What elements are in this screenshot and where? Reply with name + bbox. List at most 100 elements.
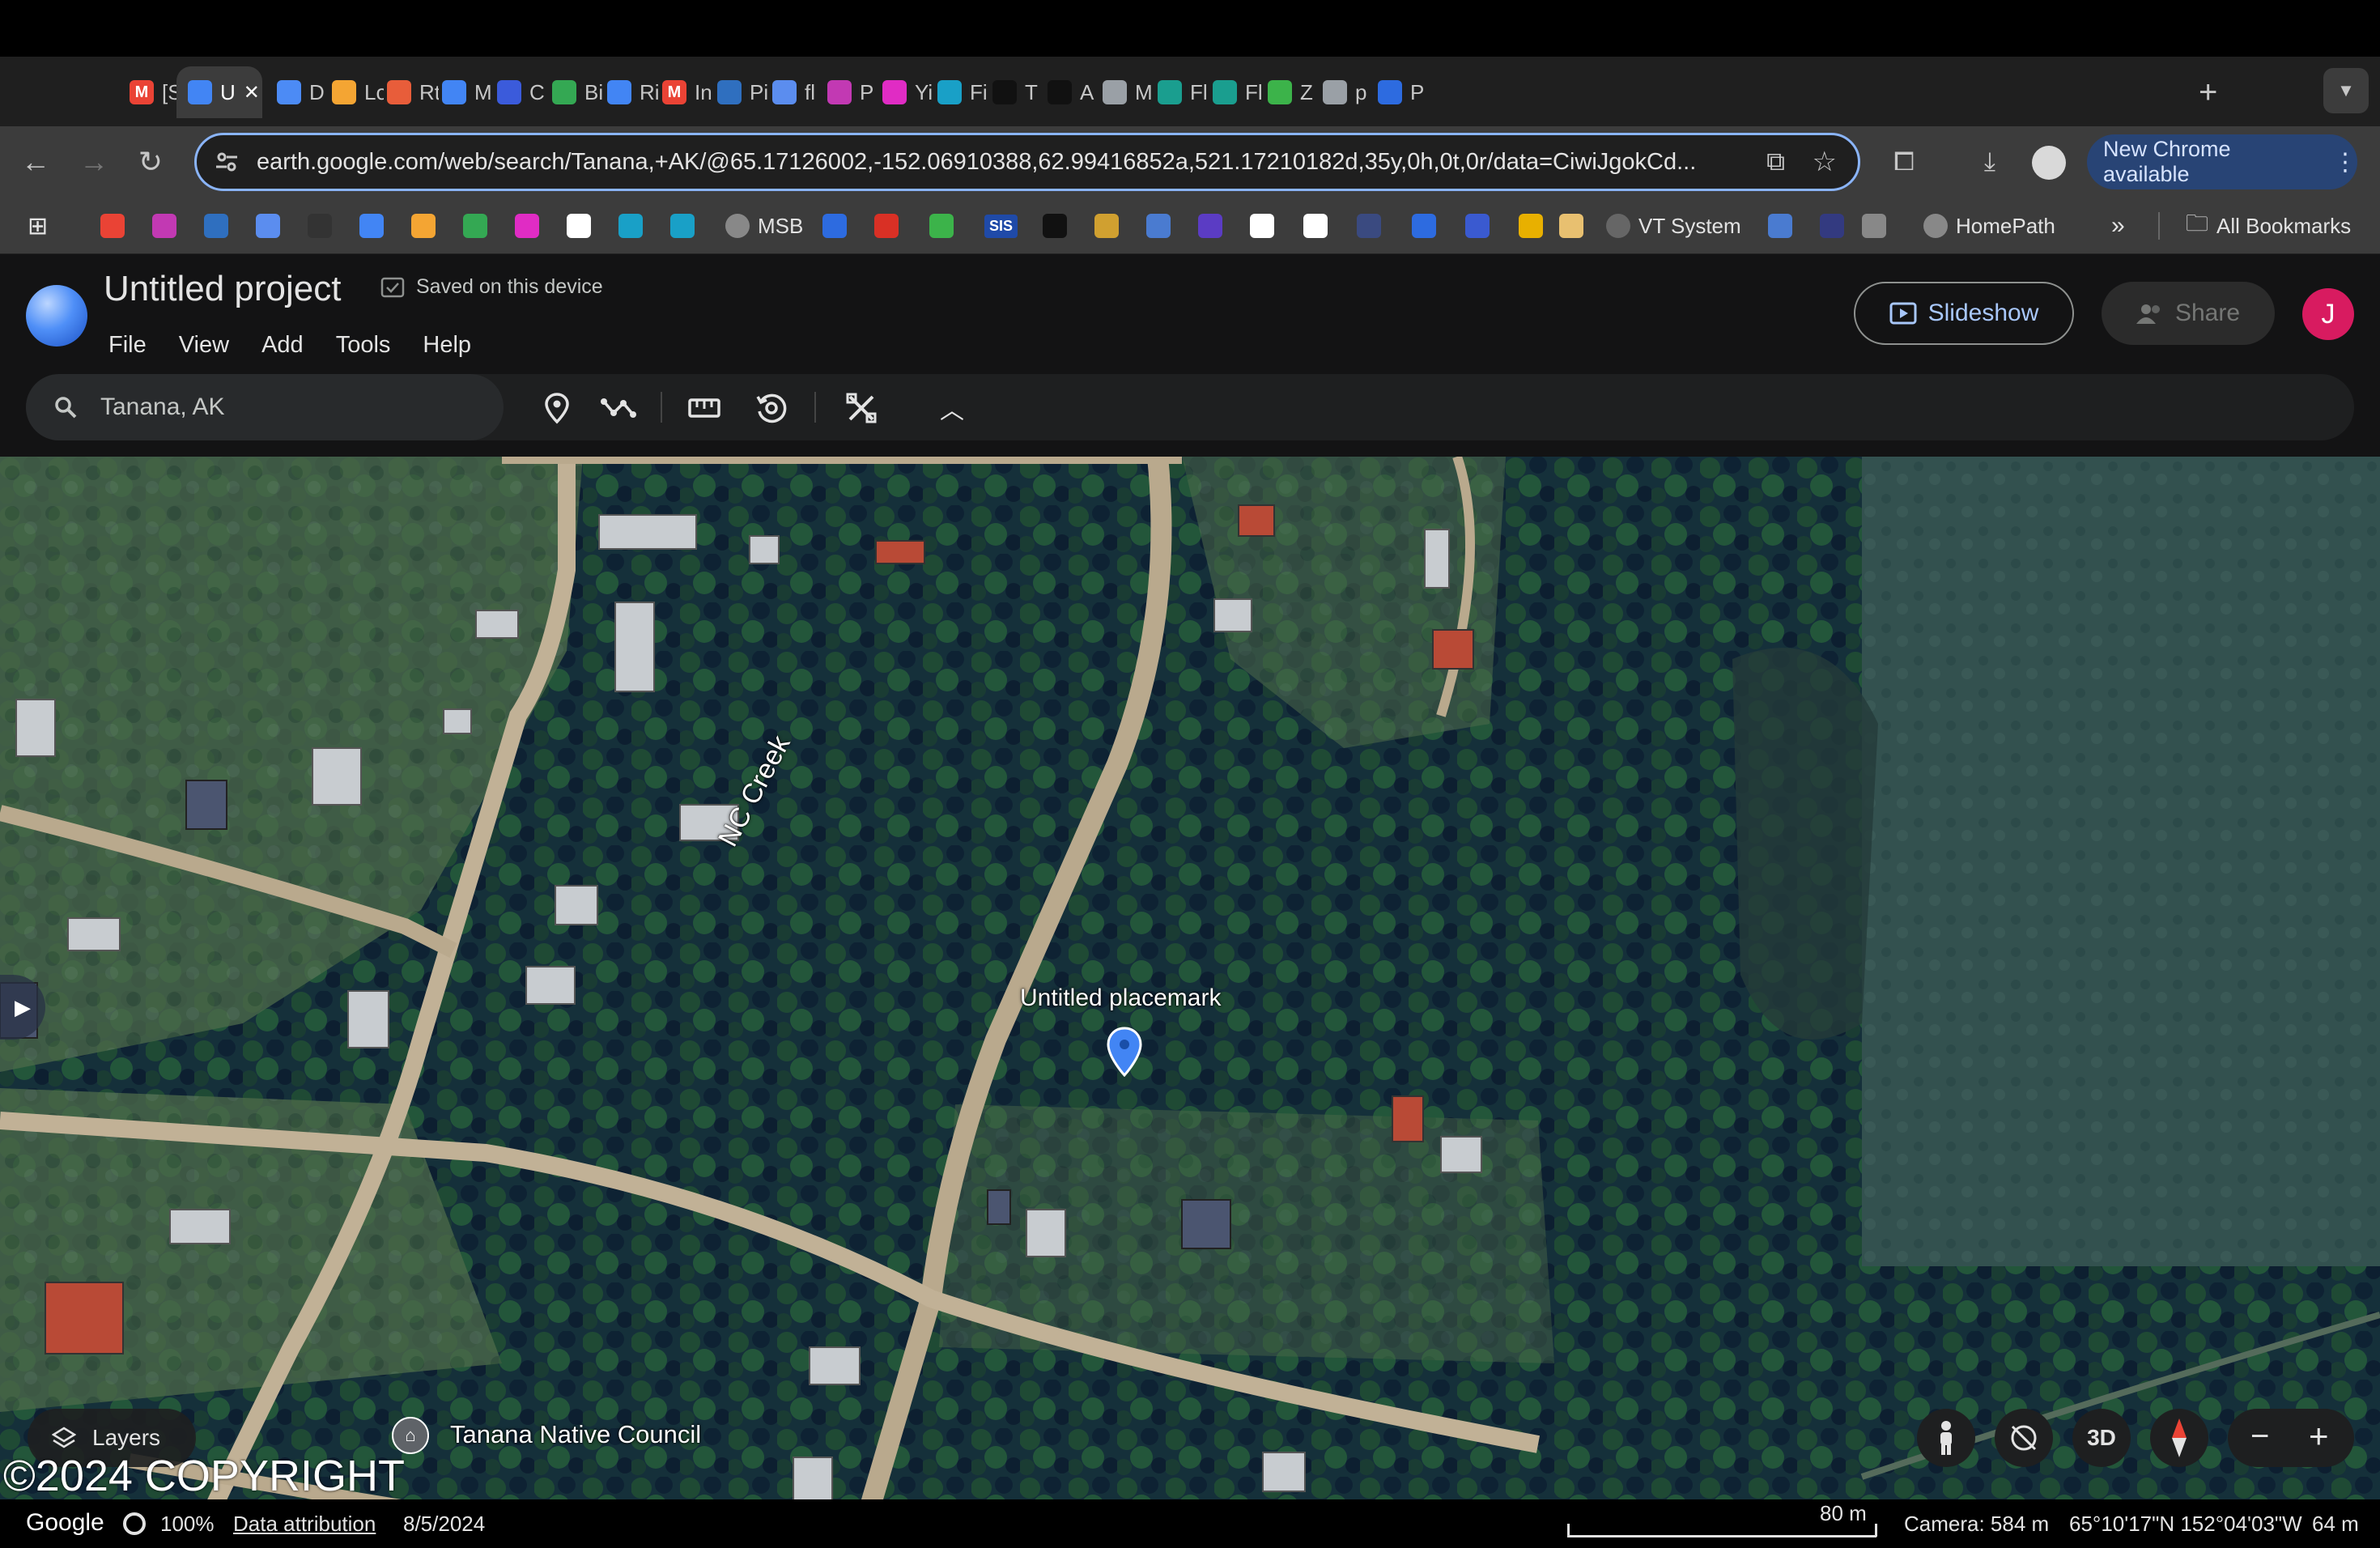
bookmark-vt-system[interactable]: VT System xyxy=(1606,211,1741,241)
bookmark-favicon-icon[interactable] xyxy=(256,214,280,238)
bookmark-favicon-icon[interactable] xyxy=(1094,214,1119,238)
satellite-map-view[interactable]: NC Creek Untitled placemark ▶ ⌂ Tanana N… xyxy=(0,457,2380,1548)
google-earth-logo[interactable] xyxy=(26,285,87,347)
placemark-pin-icon[interactable] xyxy=(1106,1027,1143,1081)
tab[interactable]: Ri xyxy=(607,66,659,118)
street-view-pegman-icon[interactable] xyxy=(1917,1409,1975,1467)
bookmark-favicon-icon[interactable] xyxy=(1768,214,1792,238)
tab[interactable]: A xyxy=(1048,66,1099,118)
tools-crossed-icon[interactable] xyxy=(840,387,882,429)
bookmark-favicon-icon[interactable] xyxy=(1519,214,1543,238)
bookmark-favicon-icon[interactable] xyxy=(1357,214,1381,238)
apps-grid-icon[interactable]: ⊞ xyxy=(28,211,48,241)
bookmark-favicon-icon[interactable] xyxy=(308,214,332,238)
tab[interactable]: Z xyxy=(1268,66,1320,118)
tab[interactable]: Fi xyxy=(937,66,989,118)
tab[interactable]: D xyxy=(277,66,329,118)
bookmark-favicon-icon[interactable] xyxy=(1146,214,1171,238)
tab[interactable]: M xyxy=(1103,66,1154,118)
menu-file[interactable]: File xyxy=(108,332,147,359)
extensions-puzzle-icon[interactable]: ⧠ xyxy=(1883,141,1925,183)
tab[interactable]: Pi xyxy=(717,66,769,118)
tab[interactable]: fl xyxy=(772,66,824,118)
compass-icon[interactable] xyxy=(2150,1409,2208,1467)
collapse-chevron-up-icon[interactable]: ︿ xyxy=(931,387,973,429)
bookmark-sis[interactable]: SIS xyxy=(984,211,1018,241)
tab[interactable]: Lo xyxy=(332,66,384,118)
bookmark-favicon-icon[interactable] xyxy=(1198,214,1222,238)
bookmark-favicon-icon[interactable] xyxy=(359,214,384,238)
bookmark-favicon-icon[interactable] xyxy=(204,214,228,238)
bookmark-favicon-icon[interactable] xyxy=(100,214,125,238)
bookmark-favicon-icon[interactable] xyxy=(1820,214,1844,238)
share-button[interactable]: Share xyxy=(2102,282,2275,345)
tab[interactable]: Fl xyxy=(1158,66,1209,118)
tab[interactable]: C xyxy=(497,66,549,118)
slideshow-button[interactable]: Slideshow xyxy=(1854,282,2074,345)
more-bookmarks-chevron-icon[interactable]: » xyxy=(2111,211,2125,241)
tab[interactable]: P xyxy=(827,66,879,118)
forward-arrow-icon[interactable]: → xyxy=(73,141,115,183)
bookmark-homepath[interactable]: HomePath xyxy=(1923,211,2055,241)
bookmark-favicon-icon[interactable] xyxy=(567,214,591,238)
bookmark-favicon-icon[interactable] xyxy=(1043,214,1067,238)
profile-avatar[interactable] xyxy=(2032,146,2066,180)
close-tab-icon[interactable]: ✕ xyxy=(244,81,260,104)
install-app-icon[interactable]: ⧉ xyxy=(1766,147,1785,177)
data-attribution-link[interactable]: Data attribution xyxy=(233,1512,376,1537)
bookmark-favicon-icon[interactable] xyxy=(515,214,539,238)
tab[interactable]: Rt xyxy=(387,66,439,118)
menu-tools[interactable]: Tools xyxy=(336,332,391,359)
zoom-in-icon[interactable]: + xyxy=(2309,1417,2329,1456)
bookmark-favicon-icon[interactable] xyxy=(1862,214,1886,238)
historical-imagery-icon[interactable] xyxy=(750,387,792,429)
project-title[interactable]: Untitled project xyxy=(104,269,341,309)
search-input[interactable] xyxy=(100,393,473,421)
bookmark-favicon-icon[interactable] xyxy=(411,214,436,238)
back-arrow-icon[interactable]: ← xyxy=(15,141,57,183)
reload-icon[interactable]: ↻ xyxy=(130,141,172,183)
zoom-out-icon[interactable]: − xyxy=(2250,1418,2269,1455)
address-bar[interactable]: earth.google.com/web/search/Tanana,+AK/@… xyxy=(194,133,1860,191)
tab[interactable]: M [S xyxy=(130,66,181,118)
government-building-icon[interactable]: ⌂ xyxy=(392,1417,429,1454)
bookmark-favicon-icon[interactable] xyxy=(1412,214,1436,238)
tab-active[interactable]: U ✕ xyxy=(176,66,262,118)
draw-path-icon[interactable] xyxy=(597,387,640,429)
bookmark-star-icon[interactable]: ☆ xyxy=(1813,146,1837,178)
tab[interactable]: Fl xyxy=(1213,66,1264,118)
placemark-label[interactable]: Untitled placemark xyxy=(1020,985,1221,1012)
tab[interactable]: p xyxy=(1323,66,1375,118)
search-box[interactable] xyxy=(26,374,504,440)
bookmark-favicon-icon[interactable] xyxy=(152,214,176,238)
menu-help[interactable]: Help xyxy=(423,332,471,359)
rotate-lock-icon[interactable] xyxy=(1995,1409,2053,1467)
bookmark-favicon-icon[interactable] xyxy=(1250,214,1274,238)
bookmark-favicon-icon[interactable] xyxy=(670,214,695,238)
measure-ruler-icon[interactable] xyxy=(683,387,725,429)
bookmark-msb[interactable]: MSB xyxy=(725,211,803,241)
bookmark-favicon-icon[interactable] xyxy=(929,214,954,238)
tab[interactable]: M In xyxy=(662,66,714,118)
menu-add[interactable]: Add xyxy=(261,332,304,359)
all-bookmarks-folder[interactable]: 🗀 All Bookmarks xyxy=(2186,211,2351,241)
tab[interactable]: Yi xyxy=(882,66,934,118)
menu-view[interactable]: View xyxy=(179,332,229,359)
poi-label[interactable]: Tanana Native Council xyxy=(450,1420,701,1449)
tab[interactable]: M xyxy=(442,66,494,118)
add-placemark-icon[interactable] xyxy=(536,387,578,429)
account-avatar[interactable]: J xyxy=(2302,288,2354,340)
tab[interactable]: P xyxy=(1378,66,1430,118)
bookmark-favicon-icon[interactable] xyxy=(874,214,899,238)
bookmark-favicon-icon[interactable] xyxy=(463,214,487,238)
bookmark-favicon-icon[interactable] xyxy=(1559,214,1583,238)
site-settings-icon[interactable] xyxy=(215,150,239,174)
download-icon[interactable]: ⤓ xyxy=(1969,141,2011,183)
tab-search-chevron-down-icon[interactable]: ▼ xyxy=(2323,68,2369,113)
bookmark-favicon-icon[interactable] xyxy=(1465,214,1490,238)
tab[interactable]: Bi xyxy=(552,66,604,118)
new-tab-button[interactable]: + xyxy=(2199,74,2217,111)
bookmark-favicon-icon[interactable] xyxy=(618,214,643,238)
bookmark-favicon-icon[interactable] xyxy=(1303,214,1328,238)
tab[interactable]: T xyxy=(992,66,1044,118)
